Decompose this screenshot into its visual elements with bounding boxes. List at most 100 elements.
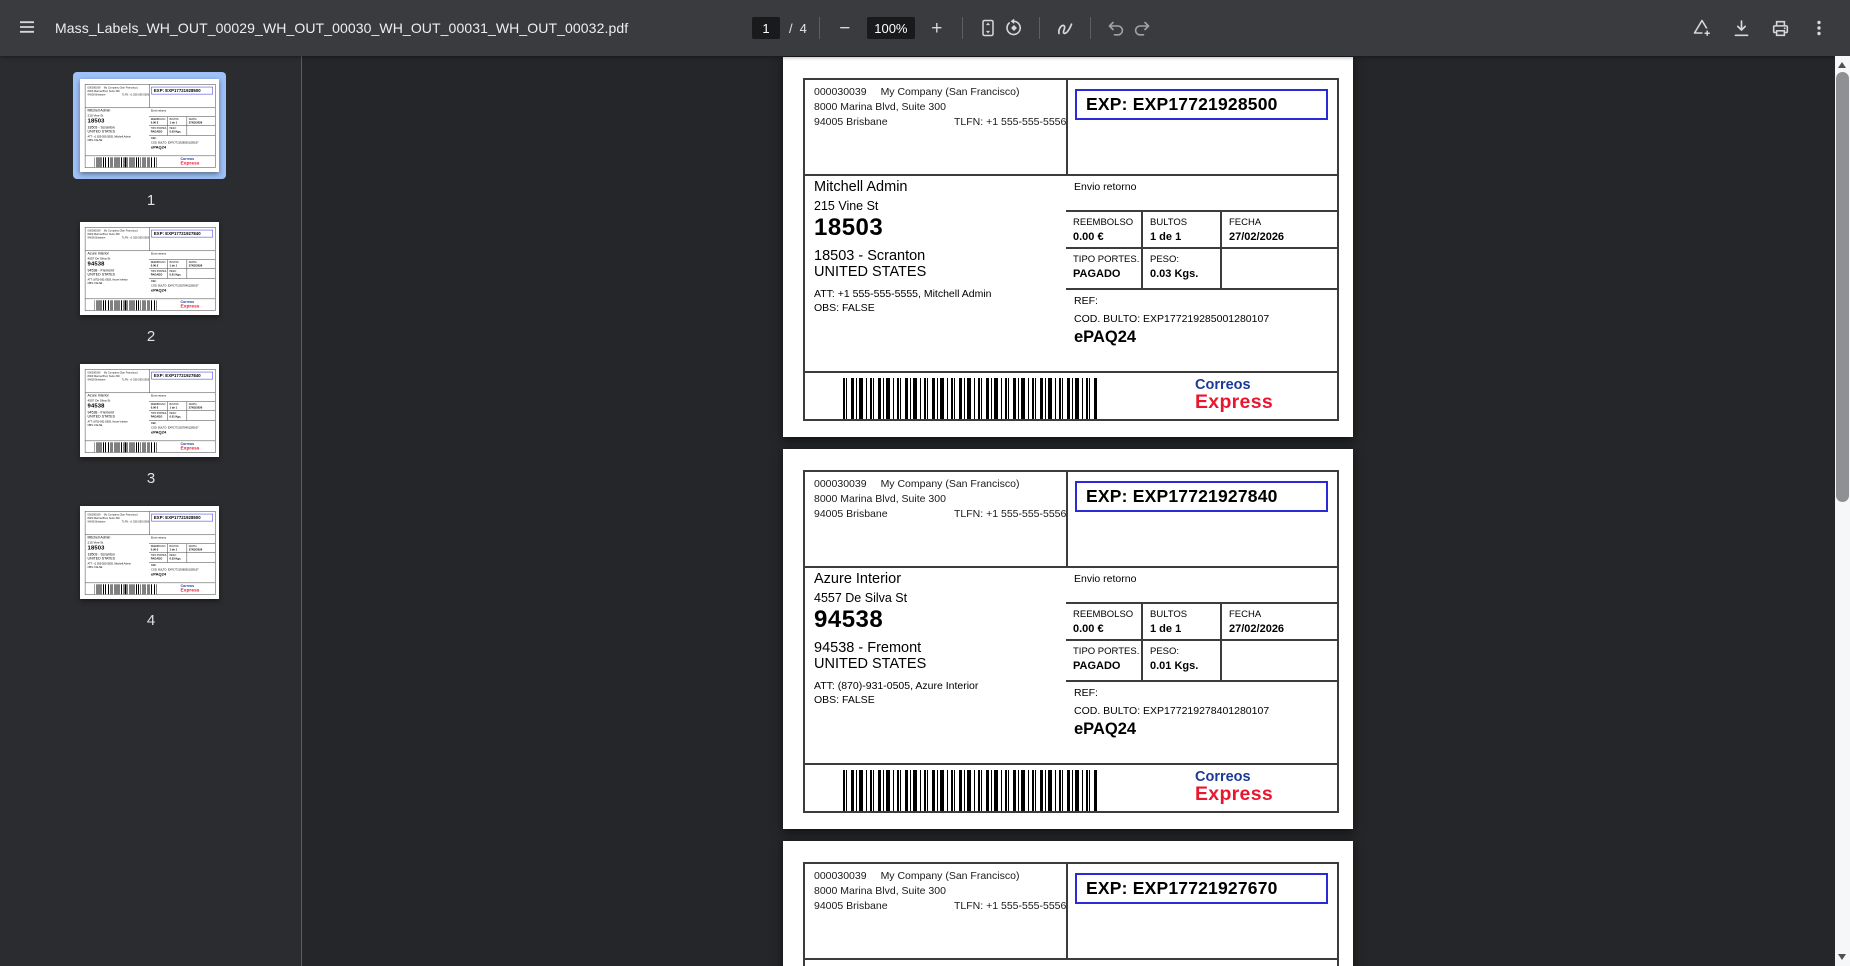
thumbnail-page-4[interactable]: 000030039My Company (San Francisco) 8000… bbox=[80, 506, 219, 599]
sender-block: 000030039My Company (San Francisco) 8000… bbox=[88, 229, 151, 240]
sender-city: 94005 Brisbane bbox=[814, 116, 888, 128]
bultos-value: 1 de 1 bbox=[170, 406, 187, 409]
recipient-name: Azure Interior bbox=[88, 252, 109, 256]
cod-bulto: COD. BULTO: EXP177219285001280107 bbox=[151, 141, 199, 144]
ref-label: REF: bbox=[151, 137, 157, 140]
ref-label: REF: bbox=[151, 280, 157, 283]
recipient-observations: OBS: FALSE bbox=[88, 566, 103, 569]
express-wordmark: Express bbox=[1195, 393, 1273, 412]
scrollbar-thumb[interactable] bbox=[1836, 72, 1849, 502]
thumbnail-page-2[interactable]: 000030039My Company (San Francisco) 8000… bbox=[80, 222, 219, 315]
redo-button[interactable] bbox=[1129, 15, 1155, 41]
zoom-out-button[interactable]: − bbox=[832, 15, 858, 41]
thumbnail-page-number: 3 bbox=[0, 470, 302, 487]
sender-id: 000030039 bbox=[814, 870, 867, 882]
shipping-label: 000030039My Company (San Francisco) 8000… bbox=[803, 78, 1339, 421]
thumbnail-page-number: 1 bbox=[0, 192, 302, 209]
sender-id: 000030039 bbox=[814, 478, 867, 490]
recipient-zip: 18503 bbox=[88, 544, 105, 551]
page-number-input[interactable] bbox=[752, 17, 780, 39]
reembolso-label: REEMBOLSO bbox=[1073, 609, 1141, 620]
fit-page-button[interactable] bbox=[975, 15, 1001, 41]
rotate-button[interactable] bbox=[1001, 15, 1027, 41]
print-button[interactable] bbox=[1767, 15, 1793, 41]
zoom-in-button[interactable]: + bbox=[924, 15, 950, 41]
shipping-details-table: REEMBOLSO0.00 € BULTOS1 de 1 FECHA27/02/… bbox=[149, 401, 215, 421]
cod-bulto: COD. BULTO: EXP177219278401280107 bbox=[151, 426, 199, 429]
peso-value: 0.03 Kgs. bbox=[170, 557, 187, 560]
peso-label: PESO: bbox=[170, 554, 187, 557]
bultos-label: BULTOS bbox=[1150, 217, 1220, 228]
product-code: ePAQ24 bbox=[151, 572, 166, 577]
menu-button[interactable] bbox=[7, 8, 47, 48]
reembolso-value: 0.00 € bbox=[1073, 623, 1141, 635]
draw-squiggle-icon bbox=[1055, 18, 1075, 38]
empty-cell bbox=[187, 126, 215, 136]
thumbnail-image: 000030039My Company (San Francisco) 8000… bbox=[80, 364, 219, 457]
pdf-page-1: 000030039My Company (San Francisco) 8000… bbox=[783, 57, 1353, 437]
envio-retorno-label: Envio retorno bbox=[151, 536, 166, 539]
scroll-down-arrow-icon[interactable] bbox=[1838, 954, 1846, 960]
sender-phone: TLFN: +1 555-555-5556 bbox=[954, 899, 1066, 914]
fecha-value: 27/02/2026 bbox=[1229, 623, 1337, 635]
minus-icon: − bbox=[839, 19, 850, 38]
tracking-number: EXP: EXP17721927840 bbox=[1086, 486, 1278, 506]
empty-cell bbox=[187, 411, 215, 421]
pdf-page: 000030039My Company (San Francisco) 8000… bbox=[80, 364, 219, 457]
empty-cell bbox=[187, 553, 215, 563]
thumbnail-selection-frame: 000030039My Company (San Francisco) 8000… bbox=[73, 72, 226, 179]
thumbnail-sidebar[interactable]: 000030039My Company (San Francisco) 8000… bbox=[0, 56, 302, 966]
fecha-value: 27/02/2026 bbox=[189, 121, 215, 124]
express-wordmark: Express bbox=[180, 446, 199, 451]
tipo-portes-value: PAGADO bbox=[1073, 660, 1141, 672]
print-icon bbox=[1770, 18, 1791, 39]
zoom-level[interactable]: 100% bbox=[867, 17, 915, 39]
recipient-country: UNITED STATES bbox=[88, 414, 115, 418]
pdf-viewer[interactable]: 000030039 My Company (San Francisco) 8000… bbox=[303, 56, 1835, 966]
recipient-city: 94538 - Fremont bbox=[814, 640, 921, 656]
sender-name: My Company (San Francisco) bbox=[881, 478, 1020, 490]
recipient-attention: ATT: (870)-931-0505, Azure Interior bbox=[814, 680, 978, 692]
vertical-scrollbar[interactable] bbox=[1835, 56, 1850, 966]
label-header-divider bbox=[1066, 472, 1068, 566]
save-to-drive-button[interactable] bbox=[1689, 15, 1715, 41]
toolbar-divider bbox=[962, 17, 963, 39]
sender-city: 94005 Brisbane bbox=[88, 378, 106, 381]
scroll-up-arrow-icon[interactable] bbox=[1838, 62, 1846, 68]
download-button[interactable] bbox=[1728, 15, 1754, 41]
recipient-observations: OBS: FALSE bbox=[88, 424, 103, 427]
more-options-button[interactable] bbox=[1806, 15, 1832, 41]
product-code: ePAQ24 bbox=[151, 145, 166, 150]
recipient-name: Mitchell Admin bbox=[88, 109, 111, 113]
thumbnail-page-1[interactable]: 000030039My Company (San Francisco) 8000… bbox=[73, 72, 226, 179]
empty-cell bbox=[1222, 641, 1337, 680]
fecha-value: 27/02/2026 bbox=[189, 548, 215, 551]
sender-address: 8000 Marina Blvd, Suite 300 bbox=[814, 884, 1074, 899]
sender-id: 000030039 bbox=[814, 86, 867, 98]
tracking-number-box: EXP: EXP17721927670 bbox=[1075, 873, 1328, 904]
thumbnail-page-3[interactable]: 000030039My Company (San Francisco) 8000… bbox=[80, 364, 219, 457]
tipo-portes-value: PAGADO bbox=[151, 557, 168, 560]
tracking-number: EXP: EXP17721928500 bbox=[154, 515, 201, 520]
tracking-number-box: EXP: EXP17721927840 bbox=[1075, 481, 1328, 512]
sender-phone: TLFN: +1 555-555-5556 bbox=[954, 115, 1066, 130]
annotate-button[interactable] bbox=[1052, 15, 1078, 41]
fit-page-icon bbox=[978, 18, 998, 38]
recipient-zip: 94538 bbox=[814, 606, 883, 634]
hamburger-icon bbox=[17, 17, 37, 40]
thumbnail-page-number: 2 bbox=[0, 328, 302, 345]
correos-express-logo: Correos Express bbox=[180, 300, 199, 309]
tipo-portes-value: PAGADO bbox=[151, 415, 168, 418]
undo-icon bbox=[1106, 18, 1126, 38]
peso-value: 0.01 Kgs. bbox=[170, 415, 187, 418]
sender-block: 000030039My Company (San Francisco) 8000… bbox=[88, 513, 151, 524]
envio-retorno-label: Envio retorno bbox=[151, 252, 166, 255]
page-separator: / bbox=[789, 21, 793, 36]
label-row-divider bbox=[805, 958, 1337, 960]
undo-button[interactable] bbox=[1103, 15, 1129, 41]
tipo-portes-value: PAGADO bbox=[151, 273, 168, 276]
ref-label: REF: bbox=[151, 564, 157, 567]
bultos-value: 1 de 1 bbox=[1150, 623, 1220, 635]
ref-label: REF: bbox=[1074, 295, 1098, 307]
envio-retorno-label: Envio retorno bbox=[1074, 573, 1136, 585]
